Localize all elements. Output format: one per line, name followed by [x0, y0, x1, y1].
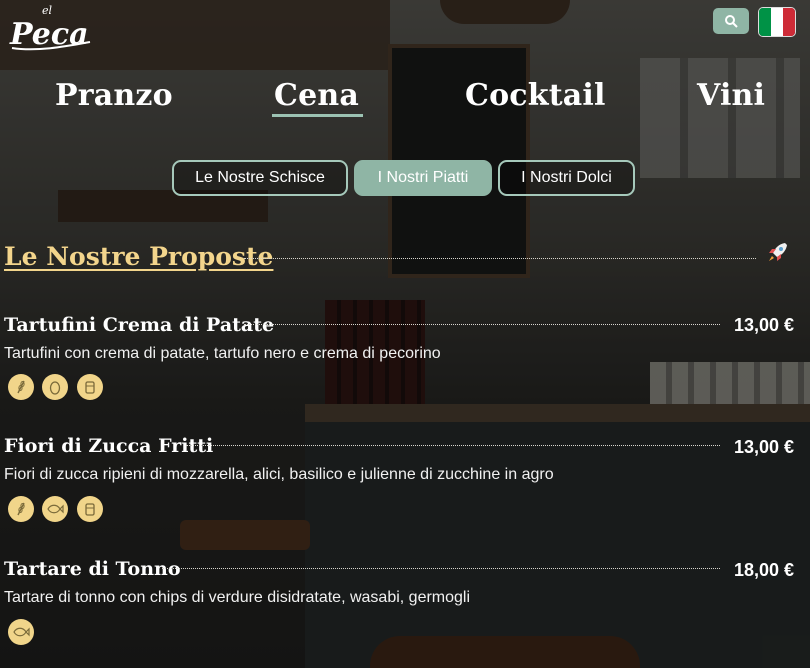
- dish-name: Tartufini Crema di Patate: [4, 314, 275, 336]
- dish-name: Fiori di Zucca Fritti: [4, 435, 214, 457]
- flag-green-stripe: [759, 8, 771, 36]
- egg-icon: [42, 374, 68, 400]
- nav-item-vini[interactable]: Vini: [697, 78, 765, 113]
- tab-i-nostri-dolci[interactable]: I Nostri Dolci: [498, 160, 635, 196]
- dish-dots: [244, 324, 720, 325]
- svg-text:el: el: [42, 4, 53, 17]
- section-divider: [244, 258, 756, 259]
- dish-price: 13,00 €: [733, 315, 794, 335]
- dish-description: Fiori di zucca ripieni di mozzarella, al…: [4, 466, 554, 483]
- search-icon: [725, 15, 738, 28]
- svg-text:Peca: Peca: [9, 17, 89, 52]
- dish-dots: [186, 445, 720, 446]
- gluten-icon: [8, 374, 34, 400]
- milk-icon: [77, 496, 103, 522]
- dish-price: 13,00 €: [733, 437, 794, 457]
- italian-flag-button[interactable]: [758, 7, 796, 37]
- dish-price: 18,00 €: [733, 560, 794, 580]
- nav-item-cena[interactable]: Cena: [271, 78, 364, 117]
- flag-white-stripe: [771, 8, 783, 36]
- section-title: Le Nostre Proposte: [4, 242, 274, 271]
- fish-icon: [42, 496, 68, 522]
- fish-icon: [8, 619, 34, 645]
- dish-dots: [162, 568, 720, 569]
- dish-description: Tartufini con crema di patate, tartufo n…: [4, 345, 441, 362]
- gluten-icon: [8, 496, 34, 522]
- el-peca-logo[interactable]: el Peca: [8, 2, 92, 54]
- search-button[interactable]: [713, 8, 749, 34]
- tab-i-nostri-piatti[interactable]: I Nostri Piatti: [354, 160, 492, 196]
- nav-item-pranzo[interactable]: Pranzo: [55, 78, 173, 113]
- flag-red-stripe: [783, 8, 795, 36]
- rocket-icon: [769, 243, 787, 261]
- dish-name: Tartare di Tonno: [4, 558, 181, 580]
- nav-item-cocktail[interactable]: Cocktail: [465, 78, 606, 113]
- tab-le-nostre-schisce[interactable]: Le Nostre Schisce: [172, 160, 348, 196]
- dish-description: Tartare di tonno con chips di verdure di…: [4, 589, 471, 606]
- milk-icon: [77, 374, 103, 400]
